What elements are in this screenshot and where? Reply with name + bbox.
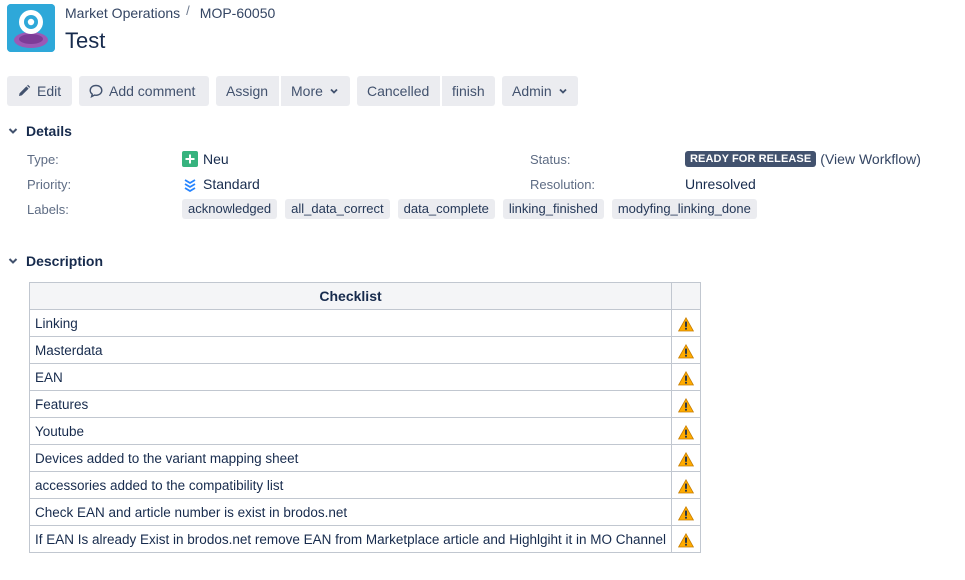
edit-button-label: Edit — [37, 83, 62, 99]
label-chip[interactable]: linking_finished — [502, 199, 604, 219]
table-row: Youtube — [28, 417, 702, 445]
table-row: Devices added to the variant mapping she… — [28, 444, 702, 472]
admin-button[interactable]: Admin — [502, 76, 578, 106]
table-header-status — [671, 282, 702, 310]
edit-button[interactable]: Edit — [7, 76, 72, 106]
priority-value-text: Standard — [203, 176, 260, 192]
checklist-table: Checklist Linking Masterdata EAN Features Yo… — [28, 282, 702, 553]
priority-value: Standard — [182, 176, 260, 192]
project-avatar[interactable] — [7, 4, 55, 52]
table-row: Linking — [28, 309, 702, 337]
warning-icon — [678, 532, 695, 548]
breadcrumb-separator: / — [186, 2, 190, 18]
label-chip[interactable]: all_data_correct — [285, 199, 390, 219]
project-avatar-icon — [7, 4, 55, 52]
checklist-item-text: If EAN Is already Exist in brodos.net re… — [28, 525, 673, 553]
chevron-down-icon — [7, 125, 19, 137]
page-title: Test — [65, 28, 106, 53]
breadcrumb-project-link[interactable]: Market Operations — [65, 5, 180, 21]
label-chip[interactable]: data_complete — [397, 199, 495, 219]
comment-icon — [89, 84, 103, 98]
description-heading: Description — [26, 253, 104, 269]
finish-button[interactable]: finish — [442, 76, 495, 106]
warning-icon — [678, 451, 695, 467]
breadcrumb: Market Operations / MOP-60050 — [65, 2, 275, 22]
warning-icon — [678, 370, 695, 386]
chevron-down-icon — [559, 88, 567, 94]
status-value: READY FOR RELEASE (View Workflow) — [685, 151, 921, 167]
checklist-body: Linking Masterdata EAN Features Youtube Devic… — [28, 309, 702, 553]
table-row: accessories added to the compatibility l… — [28, 471, 702, 499]
checklist-item-status — [671, 417, 702, 445]
cancelled-button[interactable]: Cancelled — [357, 76, 440, 106]
label-chip[interactable]: modyfing_linking_done — [611, 199, 757, 219]
checklist-item-status — [671, 363, 702, 391]
warning-icon — [678, 478, 695, 494]
finish-button-label: finish — [452, 83, 485, 99]
details-toggle[interactable]: Details — [7, 123, 72, 139]
description-toggle[interactable]: Description — [7, 253, 103, 269]
status-badge: READY FOR RELEASE — [685, 151, 817, 167]
resolution-value: Unresolved — [685, 176, 756, 192]
more-button[interactable]: More — [281, 76, 350, 106]
warning-icon — [678, 343, 695, 359]
labels-list: acknowledged all_data_correct data_compl… — [182, 199, 757, 219]
table-row: Features — [28, 390, 702, 418]
checklist-item-status — [671, 498, 702, 526]
assign-button[interactable]: Assign — [216, 76, 279, 106]
checklist-item-status — [671, 471, 702, 499]
checklist-item-status — [671, 309, 702, 337]
type-value-text: Neu — [203, 151, 229, 167]
checklist-item-text: Features — [28, 390, 673, 418]
priority-standard-icon — [184, 179, 196, 192]
checklist-item-status — [671, 390, 702, 418]
checklist-item-text: accessories added to the compatibility l… — [28, 471, 673, 499]
view-workflow-link[interactable]: (View Workflow) — [820, 151, 921, 167]
table-row: Check EAN and article number is exist in… — [28, 498, 702, 526]
checklist-item-status — [671, 336, 702, 364]
type-label: Type: — [27, 152, 59, 167]
warning-icon — [678, 505, 695, 521]
table-header-checklist: Checklist — [28, 282, 673, 310]
priority-label: Priority: — [27, 177, 72, 192]
cancelled-button-label: Cancelled — [367, 83, 430, 99]
checklist-item-status — [671, 444, 702, 472]
add-comment-button-label: Add comment — [109, 83, 196, 99]
new-feature-icon — [182, 151, 198, 167]
admin-button-label: Admin — [512, 83, 552, 99]
type-value: Neu — [182, 151, 229, 167]
label-chip[interactable]: acknowledged — [182, 199, 278, 219]
resolution-label: Resolution: — [530, 177, 596, 192]
checklist-item-text: Check EAN and article number is exist in… — [28, 498, 673, 526]
checklist-item-status — [671, 525, 702, 553]
table-header-row: Checklist — [28, 282, 702, 310]
details-heading: Details — [26, 123, 72, 139]
table-row: Masterdata — [28, 336, 702, 364]
pencil-icon — [19, 84, 31, 96]
chevron-down-icon — [330, 88, 338, 94]
more-button-label: More — [291, 83, 323, 99]
warning-icon — [678, 424, 695, 440]
checklist-item-text: Youtube — [28, 417, 673, 445]
assign-button-label: Assign — [226, 83, 269, 99]
checklist-item-text: Devices added to the variant mapping she… — [28, 444, 673, 472]
status-label: Status: — [530, 152, 571, 167]
labels-label: Labels: — [27, 202, 69, 217]
checklist-item-text: Masterdata — [28, 336, 673, 364]
checklist-item-text: EAN — [28, 363, 673, 391]
add-comment-button[interactable]: Add comment — [79, 76, 209, 106]
table-row: EAN — [28, 363, 702, 391]
warning-icon — [678, 397, 695, 413]
issue-toolbar: Edit Add comment Assign More Cancelled f… — [7, 76, 578, 106]
checklist-item-text: Linking — [28, 309, 673, 337]
warning-icon — [678, 316, 695, 332]
chevron-down-icon — [7, 255, 19, 267]
breadcrumb-issue-link[interactable]: MOP-60050 — [200, 5, 275, 21]
table-row: If EAN Is already Exist in brodos.net re… — [28, 525, 702, 553]
